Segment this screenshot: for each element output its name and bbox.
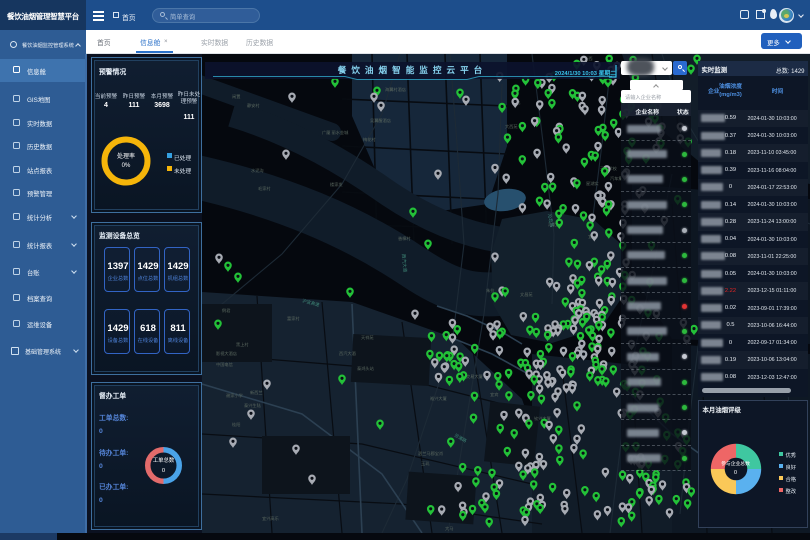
svg-text:桂阳: 桂阳	[232, 421, 240, 428]
svg-text:星湖实: 星湖实	[586, 180, 599, 187]
svg-text:大西苑: 大西苑	[505, 123, 518, 130]
svg-text:新西兰: 新西兰	[250, 389, 263, 396]
svg-text:裕兴大厦: 裕兴大厦	[430, 395, 447, 402]
svg-text:静安村: 静安村	[247, 102, 260, 109]
svg-text:泗兰马郡宝肖: 泗兰马郡宝肖	[418, 450, 443, 457]
svg-text:泰鸿头站: 泰鸿头站	[357, 365, 374, 372]
svg-text:宜宾: 宜宾	[490, 391, 498, 398]
svg-text:广厦 丽水金城: 广厦 丽水金城	[322, 129, 349, 136]
svg-text:毛家村: 毛家村	[258, 185, 271, 191]
svg-text:吴翼醒酒店: 吴翼醒酒店	[370, 117, 391, 124]
svg-text:宜兴高乐: 宜兴高乐	[262, 515, 279, 522]
svg-text:文昌苑: 文昌苑	[520, 291, 533, 298]
svg-text:泰兴生陆: 泰兴生陆	[244, 402, 261, 409]
svg-text:富家村: 富家村	[287, 315, 300, 322]
svg-text:黑上村: 黑上村	[236, 341, 249, 348]
svg-text:香樟村: 香樟村	[398, 235, 411, 242]
svg-text:楼家发: 楼家发	[330, 181, 343, 188]
svg-text:水泥沟: 水泥沟	[251, 167, 264, 174]
svg-text:天祥苑: 天祥苑	[361, 334, 374, 341]
svg-text:俐君: 俐君	[222, 307, 230, 314]
svg-text:西汽大酒: 西汽大酒	[339, 350, 356, 357]
svg-text:谢家小学: 谢家小学	[226, 392, 243, 399]
svg-text:大马: 大马	[445, 525, 453, 532]
svg-text:交易大厦: 交易大厦	[466, 373, 483, 380]
svg-text:海翼村酒店: 海翼村酒店	[385, 86, 406, 93]
svg-text:闲置: 闲置	[232, 93, 240, 100]
svg-text:影视大酒店: 影视大酒店	[216, 350, 237, 357]
svg-text:梅花村: 梅花村	[363, 136, 376, 143]
svg-text:中国电信: 中国电信	[216, 361, 233, 368]
